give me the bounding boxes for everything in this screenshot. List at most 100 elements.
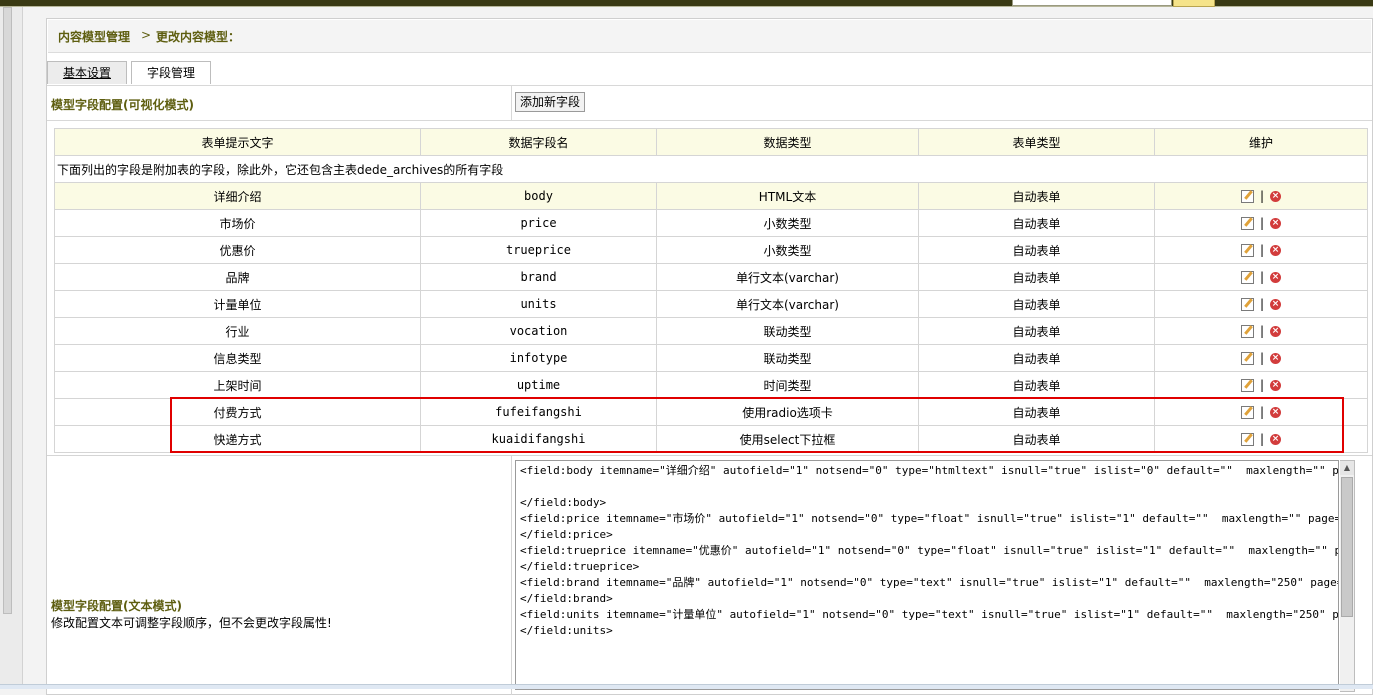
delete-icon[interactable]: × (1270, 298, 1282, 310)
delete-icon[interactable]: × (1270, 271, 1282, 283)
table-row: 详细介绍 body HTML文本 自动表单 | × (54, 182, 1368, 210)
delete-icon[interactable]: × (1270, 244, 1282, 256)
cell-field: brand (420, 263, 657, 291)
header-data-type: 数据类型 (656, 128, 919, 156)
cell-formtype: 自动表单 (918, 317, 1155, 345)
delete-icon[interactable]: × (1270, 406, 1282, 418)
cell-field: body (420, 182, 657, 210)
visual-mode-title: 模型字段配置(可视化模式) (51, 98, 194, 112)
action-separator: | (1259, 432, 1265, 447)
edit-icon[interactable] (1240, 351, 1254, 365)
cell-field: price (420, 209, 657, 237)
action-separator: | (1259, 243, 1265, 258)
window-bottom-scrollbar[interactable] (0, 684, 1373, 689)
cell-field: uptime (420, 371, 657, 399)
cell-label: 付费方式 (54, 398, 421, 426)
table-row: 付费方式 fufeifangshi 使用radio选项卡 自动表单 | × (54, 398, 1368, 426)
edit-icon[interactable] (1240, 189, 1254, 203)
header-field-name: 数据字段名 (420, 128, 657, 156)
cell-actions: | × (1154, 263, 1368, 291)
cell-field: vocation (420, 317, 657, 345)
fields-table: 表单提示文字 数据字段名 数据类型 表单类型 维护 下面列出的字段是附加表的字段… (54, 128, 1368, 453)
cell-label: 优惠价 (54, 236, 421, 264)
cell-actions: | × (1154, 344, 1368, 372)
cell-type: 单行文本(varchar) (656, 263, 919, 291)
delete-icon[interactable]: × (1270, 379, 1282, 391)
text-mode-description: 修改配置文本可调整字段顺序，但不会更改字段属性! (51, 616, 332, 630)
action-separator: | (1259, 405, 1265, 420)
cell-label: 上架时间 (54, 371, 421, 399)
edit-icon[interactable] (1240, 243, 1254, 257)
cell-label: 市场价 (54, 209, 421, 237)
edit-icon[interactable] (1240, 405, 1254, 419)
action-separator: | (1259, 216, 1265, 231)
cell-type: 联动类型 (656, 317, 919, 345)
action-separator: | (1259, 378, 1265, 393)
delete-icon[interactable]: × (1270, 433, 1282, 445)
cell-label: 行业 (54, 317, 421, 345)
cell-actions: | × (1154, 209, 1368, 237)
table-row: 品牌 brand 单行文本(varchar) 自动表单 | × (54, 263, 1368, 291)
cell-type: 单行文本(varchar) (656, 290, 919, 318)
header-actions: 维护 (1154, 128, 1368, 156)
action-separator: | (1259, 324, 1265, 339)
top-search-button[interactable] (1173, 0, 1215, 7)
cell-field: fufeifangshi (420, 398, 657, 426)
cell-actions: | × (1154, 236, 1368, 264)
textarea-scrollbar[interactable]: ▲ (1340, 460, 1355, 692)
cell-actions: | × (1154, 371, 1368, 399)
cell-label: 计量单位 (54, 290, 421, 318)
top-bar (0, 0, 1373, 7)
top-search-input[interactable] (1012, 0, 1172, 6)
cell-formtype: 自动表单 (918, 263, 1155, 291)
tab-field-management[interactable]: 字段管理 (131, 61, 211, 84)
left-frame-scrollbar[interactable] (0, 7, 23, 688)
cell-type: 小数类型 (656, 236, 919, 264)
cell-formtype: 自动表单 (918, 182, 1155, 210)
cell-label: 信息类型 (54, 344, 421, 372)
breadcrumb-edit-model: 更改内容模型： (156, 30, 241, 44)
header-form-type: 表单类型 (918, 128, 1155, 156)
edit-icon[interactable] (1240, 432, 1254, 446)
breadcrumb-separator: > (141, 28, 152, 42)
cell-label: 详细介绍 (54, 182, 421, 210)
breadcrumb-model-management[interactable]: 内容模型管理 (58, 28, 130, 45)
cell-type: 联动类型 (656, 344, 919, 372)
content-panel: 内容模型管理 > 更改内容模型： 基本设置 字段管理 模型字段配置(可视化模式)… (46, 18, 1373, 695)
cell-actions: | × (1154, 398, 1368, 426)
left-scroll-thumb[interactable] (3, 7, 12, 614)
tab-basic-settings[interactable]: 基本设置 (47, 61, 127, 84)
cell-formtype: 自动表单 (918, 344, 1155, 372)
table-note: 下面列出的字段是附加表的字段，除此外，它还包含主表dede_archives的所… (54, 155, 1368, 183)
cell-field: kuaidifangshi (420, 425, 657, 453)
table-row: 信息类型 infotype 联动类型 自动表单 | × (54, 344, 1368, 372)
edit-icon[interactable] (1240, 270, 1254, 284)
edit-icon[interactable] (1240, 297, 1254, 311)
cell-label: 快递方式 (54, 425, 421, 453)
cell-type: 使用radio选项卡 (656, 398, 919, 426)
cell-formtype: 自动表单 (918, 425, 1155, 453)
action-separator: | (1259, 270, 1265, 285)
table-row: 市场价 price 小数类型 自动表单 | × (54, 209, 1368, 237)
cell-formtype: 自动表单 (918, 371, 1155, 399)
cell-formtype: 自动表单 (918, 236, 1155, 264)
add-field-button[interactable]: 添加新字段 (515, 92, 585, 112)
delete-icon[interactable]: × (1270, 325, 1282, 337)
row-divider (511, 456, 512, 695)
field-config-textarea[interactable]: <field:body itemname="详细介绍" autofield="1… (515, 460, 1339, 690)
delete-icon[interactable]: × (1270, 217, 1282, 229)
table-row: 快递方式 kuaidifangshi 使用select下拉框 自动表单 | × (54, 425, 1368, 453)
cell-type: 小数类型 (656, 209, 919, 237)
edit-icon[interactable] (1240, 324, 1254, 338)
delete-icon[interactable]: × (1270, 190, 1282, 202)
edit-icon[interactable] (1240, 378, 1254, 392)
scroll-up-arrow-icon[interactable]: ▲ (1340, 461, 1354, 475)
cell-field: infotype (420, 344, 657, 372)
table-row: 优惠价 trueprice 小数类型 自动表单 | × (54, 236, 1368, 264)
cell-actions: | × (1154, 317, 1368, 345)
edit-icon[interactable] (1240, 216, 1254, 230)
table-row: 上架时间 uptime 时间类型 自动表单 | × (54, 371, 1368, 399)
cell-actions: | × (1154, 425, 1368, 453)
delete-icon[interactable]: × (1270, 352, 1282, 364)
textarea-scroll-thumb[interactable] (1341, 477, 1353, 617)
